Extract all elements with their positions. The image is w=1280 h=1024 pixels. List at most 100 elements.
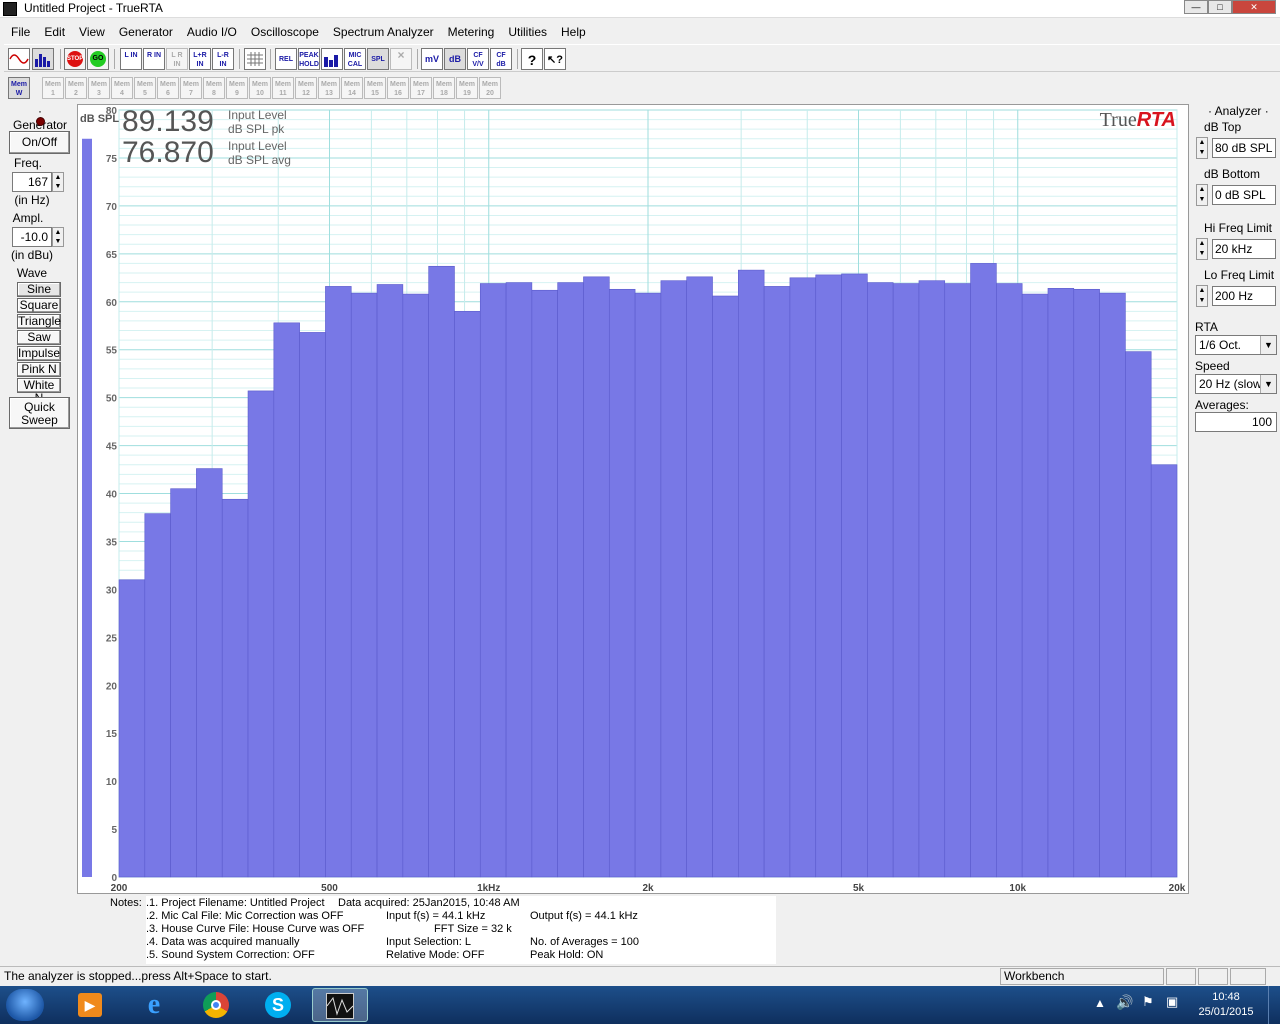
memory-toolbar: Mem W Mem 1 Mem 2 Mem 3 Mem 4 Mem 5 Mem 6 Mem … xyxy=(4,74,504,102)
wave-saw-button[interactable]: Saw xyxy=(17,330,61,345)
db-bottom-input[interactable]: 0 dB SPL xyxy=(1212,185,1276,205)
menu-view[interactable]: View xyxy=(72,22,112,42)
left-input-button[interactable]: L IN xyxy=(120,48,142,70)
memory-slot-16-button[interactable]: Mem 16 xyxy=(387,77,409,99)
crest-factor-vv-button[interactable]: CF V/V xyxy=(467,48,489,70)
network-icon[interactable]: ▣ xyxy=(1166,994,1178,1010)
memory-slot-18-button[interactable]: Mem 18 xyxy=(433,77,455,99)
memory-slot-19-button[interactable]: Mem 19 xyxy=(456,77,478,99)
menu-spectrum-analyzer[interactable]: Spectrum Analyzer xyxy=(326,22,441,42)
db-bottom-spinner[interactable]: ▲ ▼ xyxy=(1196,184,1208,206)
lo-freq-spinner[interactable]: ▲ ▼ xyxy=(1196,285,1208,307)
averages-input[interactable]: 100 xyxy=(1195,412,1277,432)
oscilloscope-mode-button[interactable] xyxy=(8,48,30,70)
decibel-button[interactable]: dB xyxy=(444,48,466,70)
action-center-flag-icon[interactable]: ⚑ xyxy=(1142,994,1154,1010)
lo-freq-input[interactable]: 200 Hz xyxy=(1212,286,1276,306)
spectrum-bar xyxy=(944,283,971,878)
millivolt-button[interactable]: mV xyxy=(421,48,443,70)
spectrum-mode-button[interactable] xyxy=(32,48,54,70)
memory-slot-12-button[interactable]: Mem 12 xyxy=(295,77,317,99)
menu-generator[interactable]: Generator xyxy=(112,22,180,42)
l-plus-r-input-button[interactable]: L+R IN xyxy=(189,48,211,70)
memory-slot-17-button[interactable]: Mem 17 xyxy=(410,77,432,99)
spectrum-chart[interactable]: 0 5 10 15 20 25 30 35 40 45 50 55 60 65 70 75 80 dB SPL 20… xyxy=(77,104,1189,894)
taskbar-chrome-icon[interactable] xyxy=(188,988,244,1022)
peak-hold-button[interactable]: PEAK HOLD xyxy=(298,48,320,70)
minimize-button[interactable]: — xyxy=(1184,0,1208,14)
taskbar-media-player-icon[interactable]: ▶ xyxy=(62,988,118,1022)
rta-resolution-select[interactable]: 1/6 Oct. ▼ xyxy=(1195,335,1277,355)
memory-slot-6-button[interactable]: Mem 6 xyxy=(157,77,179,99)
taskbar-skype-icon[interactable]: S xyxy=(250,988,306,1022)
menu-edit[interactable]: Edit xyxy=(37,22,72,42)
stop-button[interactable]: STOP xyxy=(64,48,86,70)
chevron-down-icon[interactable]: ▼ xyxy=(1260,336,1276,354)
bar-display-button[interactable] xyxy=(321,48,343,70)
go-button[interactable]: GO xyxy=(87,48,109,70)
grid-toggle-button[interactable] xyxy=(244,48,266,70)
memory-slot-5-button[interactable]: Mem 5 xyxy=(134,77,156,99)
app-icon[interactable] xyxy=(3,2,17,16)
menu-oscilloscope[interactable]: Oscilloscope xyxy=(244,22,326,42)
memory-slot-9-button[interactable]: Mem 9 xyxy=(226,77,248,99)
wave-square-button[interactable]: Square xyxy=(17,298,61,313)
menu-metering[interactable]: Metering xyxy=(441,22,502,42)
lr-input-button[interactable]: L R IN xyxy=(166,48,188,70)
wave-sine-button[interactable]: Sine xyxy=(17,282,61,297)
memory-slot-1-button[interactable]: Mem 1 xyxy=(42,77,64,99)
relative-mode-button[interactable]: REL xyxy=(275,48,297,70)
memory-slot-7-button[interactable]: Mem 7 xyxy=(180,77,202,99)
memory-slot-8-button[interactable]: Mem 8 xyxy=(203,77,225,99)
right-input-button[interactable]: R IN xyxy=(143,48,165,70)
mic-cal-button[interactable]: MIC CAL xyxy=(344,48,366,70)
close-button[interactable]: ✕ xyxy=(1232,0,1276,14)
memory-slot-20-button[interactable]: Mem 20 xyxy=(479,77,501,99)
memory-slot-10-button[interactable]: Mem 10 xyxy=(249,77,271,99)
menu-help[interactable]: Help xyxy=(554,22,593,42)
l-minus-r-input-button[interactable]: L-R IN xyxy=(212,48,234,70)
generator-onoff-button[interactable]: On/Off xyxy=(9,131,70,154)
clear-button[interactable]: × xyxy=(390,48,412,70)
spl-button[interactable]: SPL xyxy=(367,48,389,70)
maximize-button[interactable]: □ xyxy=(1208,0,1232,14)
amplitude-input[interactable]: -10.0 xyxy=(12,227,52,247)
memory-slot-14-button[interactable]: Mem 14 xyxy=(341,77,363,99)
memory-w-button[interactable]: Mem W xyxy=(8,77,30,99)
hi-freq-input[interactable]: 20 kHz xyxy=(1212,239,1276,259)
taskbar-truerta-icon[interactable] xyxy=(312,988,368,1022)
frequency-input[interactable]: 167 xyxy=(12,172,52,192)
memory-slot-15-button[interactable]: Mem 15 xyxy=(364,77,386,99)
spectrum-bar xyxy=(583,276,610,878)
wave-white-noise-button[interactable]: White N xyxy=(17,378,61,405)
wave-impulse-button[interactable]: Impulse xyxy=(17,346,61,361)
frequency-spinner[interactable]: ▲ ▼ xyxy=(52,172,64,192)
menu-audio-io[interactable]: Audio I/O xyxy=(180,22,244,42)
crest-factor-db-button[interactable]: CF dB xyxy=(490,48,512,70)
memory-slot-13-button[interactable]: Mem 13 xyxy=(318,77,340,99)
clock[interactable]: 10:48 25/01/2015 xyxy=(1196,990,1256,1020)
status-message: The analyzer is stopped...press Alt+Spac… xyxy=(4,969,272,983)
menu-utilities[interactable]: Utilities xyxy=(501,22,554,42)
taskbar-internet-explorer-icon[interactable]: e xyxy=(126,988,182,1022)
memory-slot-11-button[interactable]: Mem 11 xyxy=(272,77,294,99)
memory-slot-3-button[interactable]: Mem 3 xyxy=(88,77,110,99)
start-button-icon[interactable] xyxy=(6,989,44,1021)
context-help-button[interactable]: ↖? xyxy=(544,48,566,70)
menu-file[interactable]: File xyxy=(4,22,37,42)
chevron-down-icon[interactable]: ▼ xyxy=(1260,375,1276,393)
quick-sweep-button[interactable]: Quick Sweep xyxy=(9,397,70,429)
amplitude-spinner[interactable]: ▲ ▼ xyxy=(52,227,64,247)
db-top-spinner[interactable]: ▲ ▼ xyxy=(1196,137,1208,159)
volume-icon[interactable]: 🔊 xyxy=(1116,994,1133,1011)
wave-pink-noise-button[interactable]: Pink N xyxy=(17,362,61,377)
db-top-input[interactable]: 80 dB SPL xyxy=(1212,138,1276,158)
memory-slot-4-button[interactable]: Mem 4 xyxy=(111,77,133,99)
speed-tradeoff-select[interactable]: 20 Hz (slow) ▼ xyxy=(1195,374,1277,394)
hi-freq-spinner[interactable]: ▲ ▼ xyxy=(1196,238,1208,260)
show-desktop-button[interactable] xyxy=(1268,986,1280,1024)
tray-expand-icon[interactable]: ▲ xyxy=(1094,996,1106,1010)
memory-slot-2-button[interactable]: Mem 2 xyxy=(65,77,87,99)
help-button[interactable]: ? xyxy=(521,48,543,70)
wave-triangle-button[interactable]: Triangle xyxy=(17,314,61,329)
